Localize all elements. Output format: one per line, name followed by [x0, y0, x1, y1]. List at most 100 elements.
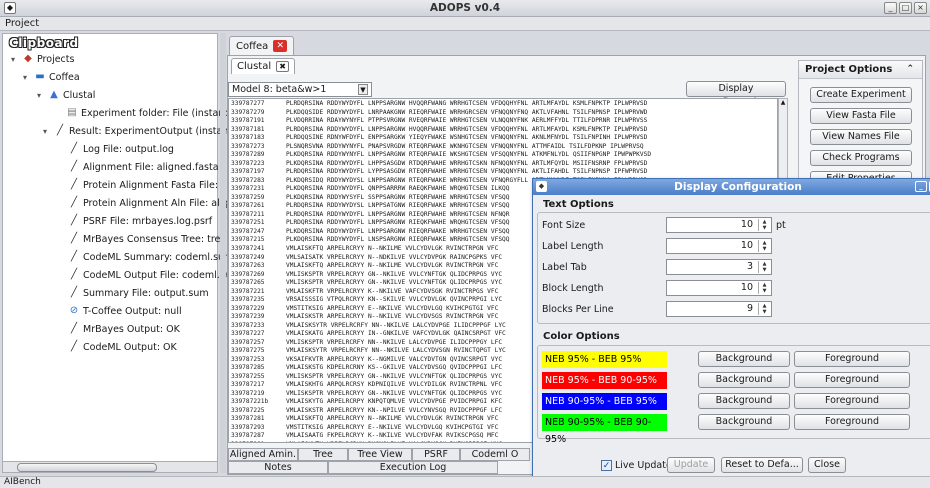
file-icon: ╱ [70, 197, 78, 208]
bottom-tab[interactable]: Aligned Amin. [228, 448, 298, 461]
sequence-row: 339787259 PLKDQRSINA RDDYWYSYFL SSPPSARGN… [231, 194, 510, 202]
bottom-tab[interactable]: Execution Log [328, 461, 498, 474]
tree-item[interactable]: ╱ PSRF File: mrbayes.log.psrf [57, 213, 212, 229]
bottom-tab[interactable]: PSRF [412, 448, 460, 461]
minimize-icon[interactable]: _ [884, 2, 897, 14]
expand-toggle-icon[interactable]: ▾ [43, 127, 51, 136]
foreground-color-button[interactable]: Foreground [794, 393, 910, 409]
clipboard-panel: Clipboard ▾ ◆ Projects ▾ ▬ Coffea ▾ ▲ Clustal ▤ Ex… [2, 33, 248, 473]
number-spinner[interactable]: 10 ▲ ▼ [666, 280, 772, 296]
foreground-color-button[interactable]: Foreground [794, 372, 910, 388]
tab-clustal[interactable]: Clustal ✖ [231, 58, 296, 74]
tree-item-label: MrBayes Consensus Tree: tree.co [83, 233, 241, 245]
tree-item[interactable]: ╱ Protein Alignment Aln File: aligned [57, 195, 246, 211]
projects-icon: ◆ [24, 53, 32, 64]
sequence-residues: VMSTITKSIG ARPELRCRYY E--NKILVE VVLCYDVL… [286, 423, 499, 431]
chevron-down-icon[interactable]: ▼ [358, 84, 368, 95]
update-button[interactable]: Update [667, 457, 715, 473]
bottom-tab[interactable]: Tree [298, 448, 348, 461]
sequence-id: 339787293 [231, 423, 265, 431]
reset-defaults-button[interactable]: Reset to Defa... [721, 457, 803, 473]
minimize-icon[interactable]: _ [915, 181, 927, 192]
sequence-id: 339787287 [231, 432, 265, 439]
tree-item[interactable]: ▾ ◆ Projects [11, 51, 74, 67]
spinner-arrows-icon[interactable]: ▲ ▼ [758, 282, 770, 294]
project-options-header[interactable]: Project Options ⌃ [799, 61, 922, 79]
spinner-arrows-icon[interactable]: ▲ ▼ [758, 219, 770, 231]
tree-item[interactable]: ╱ MrBayes Output: OK [57, 321, 180, 337]
sequence-residues: VMLISKSPTR VRPELRCRFY NN--NKILVE LALCYDV… [286, 338, 503, 346]
tree-item[interactable]: ▾ ╱ Result: ExperimentOutput (instance [43, 123, 239, 139]
sequence-residues: PLRDQRSINA RDDYWYDYFL LYPPSASGDW RTEQRFW… [286, 168, 648, 175]
sequence-id: 339787265 [231, 279, 265, 286]
sequence-id: 339787253 [231, 355, 265, 363]
tree-item[interactable]: ⊘ T-Coffee Output: null [57, 303, 182, 319]
sequence-id: 339787281 [231, 415, 265, 422]
sequence-residues: VMLAISKHTG ARPQLRCRSY KDPNIQILVE VVLCYDI… [286, 381, 503, 388]
tree-item[interactable]: ╱ CodeML Summary: codeml.sum [57, 249, 233, 265]
close-button[interactable]: Close [808, 457, 846, 473]
bottom-tab[interactable]: Tree View [348, 448, 412, 461]
tree-item[interactable]: ╱ Alignment File: aligned.fasta [57, 159, 219, 175]
foreground-color-button[interactable]: Foreground [794, 414, 910, 430]
tree-item[interactable]: ╱ Log File: output.log [57, 141, 174, 157]
background-color-button[interactable]: Background [698, 372, 790, 388]
number-spinner[interactable]: 3 ▲ ▼ [666, 259, 772, 275]
tab-coffea-label: Coffea [236, 40, 269, 52]
close-icon[interactable]: × [914, 2, 927, 14]
window-title: ADOPS v0.4 [429, 2, 501, 14]
tree-item[interactable]: ▾ ▬ Coffea [23, 69, 80, 85]
maximize-icon[interactable]: □ [899, 2, 912, 14]
model-select[interactable]: Model 8: beta&w>1 ▼ [228, 82, 372, 97]
tree-item[interactable]: ╱ Summary File: output.sum [57, 285, 209, 301]
live-update-checkbox[interactable]: ✓ [601, 460, 612, 471]
sequence-residues: PLSNQRSVNA RDDYWYNYFL PNAPSVRGDW RTEQRFW… [286, 142, 644, 150]
tree-item[interactable]: ╱ Protein Alignment Fasta File: align [57, 177, 244, 193]
spinner-arrows-icon[interactable]: ▲ ▼ [758, 303, 770, 315]
background-color-button[interactable]: Background [698, 393, 790, 409]
background-color-button[interactable]: Background [698, 414, 790, 430]
expand-toggle-icon[interactable]: ▾ [37, 91, 45, 100]
tree-item[interactable]: ╱ CodeML Output File: codeml.out [57, 267, 235, 283]
sequence-id: 339787223 [231, 159, 265, 167]
file-icon: ╱ [70, 215, 78, 226]
foreground-color-button[interactable]: Foreground [794, 351, 910, 367]
tree-item[interactable]: ▾ ▲ Clustal [37, 87, 95, 103]
tree-horizontal-scrollbar[interactable] [2, 461, 218, 473]
bottom-tab[interactable]: Notes [228, 461, 328, 474]
tree-item[interactable]: ╱ MrBayes Consensus Tree: tree.co [57, 231, 240, 247]
close-tab-icon[interactable]: ✖ [276, 61, 290, 72]
bottom-tab[interactable]: Codeml O [460, 448, 530, 461]
field-label: Font Size [542, 220, 586, 231]
collapse-icon[interactable]: ⌃ [906, 64, 914, 74]
spinner-arrows-icon[interactable]: ▲ ▼ [758, 261, 770, 273]
sequence-id: 339787289 [231, 151, 265, 158]
sequence-id: 339787191 [231, 117, 265, 124]
project-option-button[interactable]: View Fasta File [810, 108, 912, 124]
spinner-arrows-icon[interactable]: ▲ ▼ [758, 240, 770, 252]
number-spinner[interactable]: 10 ▲ ▼ [666, 238, 772, 254]
sequence-residues: PLKDQRSINA RDDYWYDYFL LHPPSASGDW RTDQRFW… [286, 159, 648, 167]
background-color-button[interactable]: Background [698, 351, 790, 367]
number-spinner[interactable]: 10 ▲ ▼ [666, 217, 772, 233]
sequence-row: 339787241 VMLAISKFTQ ARPELRCRYY N--NKILME… [231, 245, 498, 253]
menu-project[interactable]: Project [5, 18, 39, 29]
close-tab-icon[interactable]: ✕ [273, 40, 288, 52]
project-option-button[interactable]: Check Programs [810, 150, 912, 166]
sequence-row: 339787221 VMLAISKFTR VRPELRCRYY K--NKILVE… [231, 288, 498, 296]
result-icon: ╱ [56, 125, 64, 136]
project-option-button[interactable]: Create Experiment [810, 87, 912, 103]
number-spinner[interactable]: 9 ▲ ▼ [666, 301, 772, 317]
tree-item-label: T-Coffee Output: null [83, 305, 182, 317]
tree-item[interactable]: ╱ CodeML Output: OK [57, 339, 177, 355]
sequence-row: 339787223 PLKDQRSINA RDDYWYDYFL LHPPSASGD… [231, 160, 647, 168]
sequence-residues: PLKDQRSINA RDDYWYNYFL LNPPSARGNW RTEQRFW… [286, 151, 652, 158]
tab-coffea[interactable]: Coffea ✕ [229, 36, 295, 55]
expand-toggle-icon[interactable]: ▾ [23, 73, 31, 82]
project-option-button[interactable]: View Names File [810, 129, 912, 145]
file-icon: ╱ [70, 323, 78, 334]
scrollbar-thumb[interactable] [17, 463, 157, 472]
display-configuration-button[interactable]: Display Configuration [686, 81, 786, 108]
expand-toggle-icon[interactable]: ▾ [11, 55, 19, 64]
panel-splitter[interactable] [220, 33, 226, 473]
